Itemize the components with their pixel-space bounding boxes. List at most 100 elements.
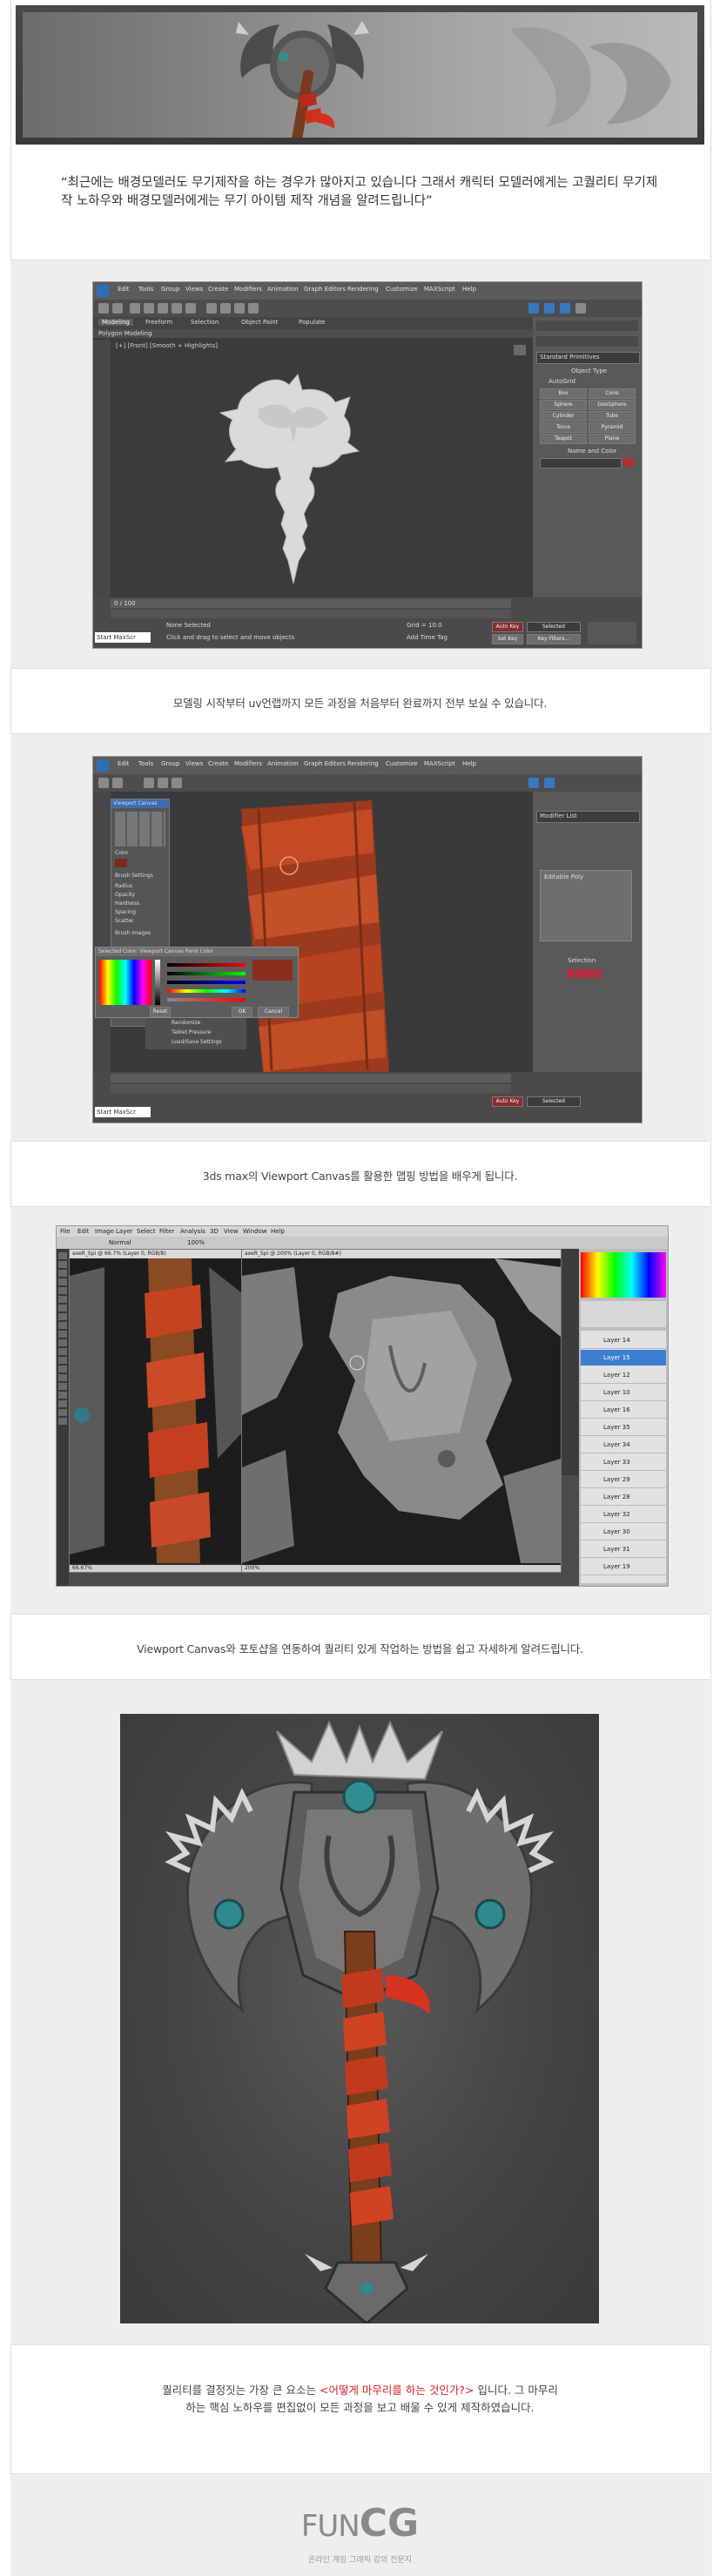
stack-item[interactable]: Editable Poly — [544, 873, 583, 880]
render-setup-icon[interactable] — [544, 778, 555, 788]
track-bar[interactable] — [111, 1084, 511, 1093]
color-panel[interactable] — [581, 1252, 666, 1298]
layer-row[interactable]: Layer 30 — [581, 1524, 666, 1541]
layer-row[interactable]: Layer 14 — [581, 1332, 666, 1349]
menu-item[interactable]: 3D — [210, 1228, 219, 1235]
cancel-button[interactable]: Cancel — [258, 1007, 289, 1017]
selection-rollout-header[interactable]: Selection — [568, 957, 596, 964]
menu-item[interactable]: Layer — [116, 1228, 133, 1235]
max-app-icon[interactable] — [97, 759, 109, 772]
time-slider[interactable]: 0 / 100 — [111, 599, 511, 608]
cylinder-button[interactable]: Cylinder — [540, 411, 587, 421]
blue-slider[interactable] — [167, 981, 246, 984]
move-icon[interactable] — [158, 778, 168, 788]
layer-row[interactable]: Layer 29 — [581, 1472, 666, 1488]
menu-item[interactable]: Edit — [118, 760, 130, 767]
menu-item[interactable]: MAXScript — [424, 286, 455, 293]
create-category-icons[interactable] — [536, 336, 638, 347]
menu-item[interactable]: Animation — [267, 286, 299, 293]
rotate-icon[interactable] — [172, 778, 182, 788]
menu-item[interactable]: Views — [185, 286, 203, 293]
viewport-front[interactable]: [+] [Front] [Smooth + Highlights] — [111, 340, 533, 597]
sub-object-icons[interactable] — [568, 969, 602, 978]
primitive-type-dropdown[interactable]: Standard Primitives — [536, 352, 640, 364]
menu-item[interactable]: Help — [462, 286, 476, 293]
layer-row-selected[interactable]: Layer 15 — [581, 1350, 666, 1366]
cone-button[interactable]: Cone — [589, 388, 636, 399]
menu-item[interactable]: Customize — [386, 760, 418, 767]
undo-icon[interactable] — [98, 303, 109, 314]
hue-slider[interactable] — [167, 989, 246, 993]
menu-item[interactable]: Modifiers — [234, 286, 262, 293]
layer-row[interactable]: Layer 19 — [581, 1559, 666, 1575]
tube-button[interactable]: Tube — [589, 411, 636, 421]
menu-item[interactable]: Edit — [77, 1228, 90, 1235]
color-swatch[interactable] — [623, 458, 634, 467]
angle-snap-icon[interactable] — [220, 303, 231, 314]
scale-icon[interactable] — [185, 303, 196, 314]
material-editor-icon[interactable] — [560, 303, 570, 314]
menu-item[interactable]: Group — [161, 760, 179, 767]
sphere-button[interactable]: Sphere — [540, 400, 587, 410]
menu-item[interactable]: Create — [208, 760, 228, 767]
saturation-slider[interactable] — [167, 998, 246, 1001]
modifier-list-dropdown[interactable]: Modifier List — [536, 811, 640, 823]
layer-row[interactable]: Layer 10 — [581, 1385, 666, 1401]
adjustments-panel[interactable] — [581, 1301, 666, 1327]
layer-row[interactable]: Layer 34 — [581, 1437, 666, 1453]
move-icon[interactable] — [158, 303, 168, 314]
playback-controls[interactable] — [588, 622, 636, 644]
reset-button[interactable]: Reset — [150, 1007, 171, 1017]
menu-item[interactable]: Animation — [267, 760, 299, 767]
menu-item[interactable]: Graph Editors — [304, 286, 346, 293]
menu-item[interactable]: Select — [137, 1228, 156, 1235]
paint-color-swatch[interactable] — [115, 859, 127, 867]
hue-field[interactable] — [99, 960, 151, 1005]
menu-item[interactable]: Analysis — [180, 1228, 205, 1235]
selected-dropdown[interactable]: Selected — [527, 622, 581, 632]
menu-item[interactable]: Help — [462, 760, 476, 767]
menu-item[interactable]: Views — [185, 760, 203, 767]
plane-button[interactable]: Plane — [589, 434, 636, 444]
menu-item[interactable]: Modifiers — [234, 760, 262, 767]
value-bar[interactable] — [155, 960, 160, 1005]
pyramid-button[interactable]: Pyramid — [589, 422, 636, 433]
opacity-value[interactable]: 100% — [187, 1239, 205, 1246]
layer-row[interactable]: Layer 28 — [581, 1489, 666, 1506]
menu-item[interactable]: Customize — [386, 286, 418, 293]
snap-icon[interactable] — [206, 303, 217, 314]
ribbon-tab[interactable]: Object Paint — [241, 319, 278, 326]
mirror-icon[interactable] — [234, 303, 245, 314]
geosphere-button[interactable]: GeoSphere — [589, 400, 636, 410]
link-icon[interactable] — [130, 303, 140, 314]
menu-item[interactable]: Filter — [159, 1228, 174, 1235]
redo-icon[interactable] — [112, 778, 123, 788]
menu-item[interactable]: Group — [161, 286, 179, 293]
menu-item[interactable]: Edit — [118, 286, 130, 293]
render-icon[interactable] — [528, 778, 539, 788]
rotate-icon[interactable] — [172, 303, 182, 314]
green-slider[interactable] — [167, 972, 246, 975]
rollout-item[interactable]: Load/Save Settings — [172, 1039, 222, 1045]
ribbon-tab[interactable]: Modeling — [98, 319, 133, 326]
maxscript-listener[interactable]: Start MaxScr — [95, 1107, 151, 1117]
rollout-item[interactable]: Tablet Pressure — [172, 1029, 211, 1035]
document-tab[interactable]: axeR_Spi @ 66.7% (Layer 0, RGB/8) — [70, 1250, 242, 1258]
layer-row[interactable]: Layer 32 — [581, 1507, 666, 1523]
menu-item[interactable]: Window — [243, 1228, 267, 1235]
menu-item[interactable]: Rendering — [347, 760, 379, 767]
auto-key-button[interactable]: Auto Key — [492, 1096, 523, 1107]
ribbon-tab[interactable]: Populate — [299, 319, 325, 326]
maxscript-listener[interactable]: Start MaxScr — [95, 632, 151, 643]
max-app-icon[interactable] — [97, 285, 109, 297]
blend-mode-value[interactable]: Normal — [109, 1239, 131, 1246]
layer-row[interactable]: Layer 33 — [581, 1454, 666, 1471]
red-slider[interactable] — [167, 963, 246, 967]
render-icon[interactable] — [528, 303, 539, 314]
set-key-button[interactable]: Set Key — [492, 634, 523, 644]
layer-row[interactable]: Layer 31 — [581, 1541, 666, 1558]
menu-item[interactable]: File — [60, 1228, 71, 1235]
viewcube-icon[interactable] — [514, 345, 526, 355]
menu-item[interactable]: View — [224, 1228, 239, 1235]
schematic-icon[interactable] — [575, 303, 586, 314]
